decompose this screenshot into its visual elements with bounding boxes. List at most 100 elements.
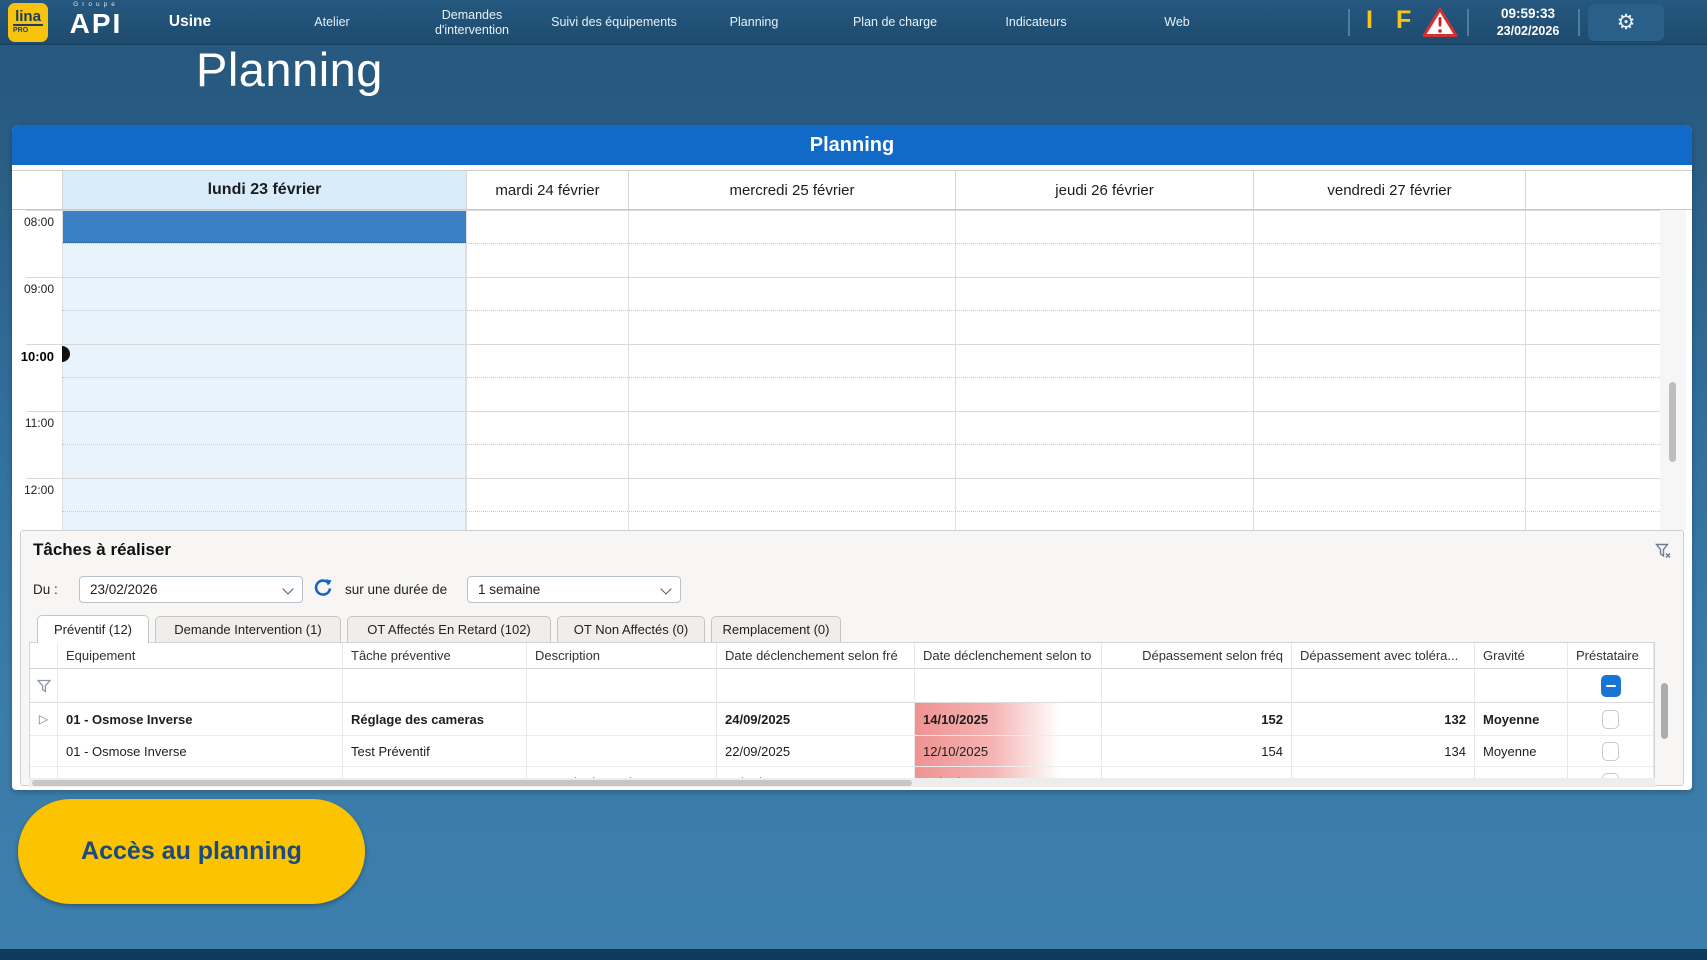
hour-label: 09:00	[12, 282, 54, 296]
tab-demande-intervention[interactable]: Demande Intervention (1)	[155, 616, 341, 642]
topbar-separator	[1348, 9, 1350, 36]
from-date-select[interactable]: 23/02/2026	[79, 576, 303, 603]
tasks-title: Tâches à réaliser	[33, 540, 171, 560]
bottom-bar	[0, 949, 1707, 960]
half-hour-line	[62, 377, 1660, 378]
cell-tache: Réglage des cameras	[343, 703, 527, 736]
hour-line	[26, 411, 1660, 412]
clear-filter-icon[interactable]	[1655, 543, 1671, 564]
indicator-f[interactable]: F	[1396, 6, 1411, 35]
filter-cell[interactable]	[1475, 669, 1568, 703]
hour-line	[26, 210, 1660, 211]
filter-cell[interactable]	[915, 669, 1102, 703]
tab-remplacement[interactable]: Remplacement (0)	[711, 616, 841, 642]
row-expander: ▷	[30, 703, 58, 736]
tab-ot-affectes-retard[interactable]: OT Affectés En Retard (102)	[347, 616, 551, 642]
logo-lina-text: lina	[13, 9, 43, 26]
tab-ot-non-affectes[interactable]: OT Non Affectés (0)	[557, 616, 705, 642]
filter-cell-prestataire	[1568, 669, 1654, 703]
cell-date-freq: 22/09/2025	[717, 736, 915, 767]
calendar-grid[interactable]: 08:00 09:00 10:00 11:00 12:00	[12, 210, 1692, 530]
column-header-prestataire[interactable]: Préstataire	[1568, 643, 1654, 669]
table-row[interactable]: 01 - Osmose Inverse Test Préventif 22/09…	[30, 736, 1654, 767]
table-horizontal-scrollbar	[29, 778, 1655, 787]
clock-date: 23/02/2026	[1473, 23, 1583, 40]
day-header-jeudi[interactable]: jeudi 26 février	[955, 171, 1253, 209]
hour-line	[26, 344, 1660, 345]
cell-tache: Test Préventif	[343, 736, 527, 767]
nav-item-indicateurs[interactable]: Indicateurs	[1005, 0, 1066, 45]
prestataire-checkbox[interactable]	[1602, 742, 1619, 761]
warning-triangle-icon[interactable]	[1422, 7, 1458, 43]
table-header-row: Equipement Tâche préventive Description …	[30, 643, 1654, 669]
nav-item-web[interactable]: Web	[1164, 0, 1189, 45]
groupe-api-logo: Groupe API	[56, 2, 136, 38]
column-header-expander[interactable]	[30, 643, 58, 669]
expand-arrow-icon[interactable]: ▷	[39, 712, 48, 726]
grid-column-line	[628, 210, 629, 530]
prestataire-checkbox[interactable]	[1602, 710, 1619, 729]
filter-cell[interactable]	[717, 669, 915, 703]
from-label: Du :	[33, 582, 58, 597]
nav-item-demandes-intervention[interactable]: Demandes d'intervention	[412, 0, 532, 45]
refresh-icon[interactable]	[313, 578, 333, 603]
indicator-i[interactable]: I	[1366, 6, 1373, 35]
cell-description	[527, 703, 717, 736]
settings-button[interactable]: ⚙	[1588, 4, 1664, 41]
column-header-equipement[interactable]: Equipement	[58, 643, 343, 669]
nav-item-atelier[interactable]: Atelier	[314, 0, 349, 45]
day-header-lundi[interactable]: lundi 23 février	[62, 171, 466, 209]
clock: 09:59:33 23/02/2026	[1473, 5, 1583, 40]
nav-item-usine[interactable]: Usine	[169, 0, 211, 45]
cell-gravite: Moyenne	[1475, 703, 1568, 736]
column-header-date-tol[interactable]: Date déclenchement selon to	[915, 643, 1102, 669]
filter-cell[interactable]	[343, 669, 527, 703]
duration-label: sur une durée de	[345, 582, 447, 597]
grid-column-line	[1525, 210, 1526, 530]
filter-cell[interactable]	[527, 669, 717, 703]
filter-cell[interactable]	[58, 669, 343, 703]
from-date-value: 23/02/2026	[90, 582, 158, 597]
calendar-scrollbar-thumb[interactable]	[1669, 382, 1676, 462]
filter-cell[interactable]	[1102, 669, 1292, 703]
acces-planning-button[interactable]: Accès au planning	[18, 799, 365, 904]
prestataire-filter-checkbox[interactable]	[1601, 675, 1621, 697]
table-hscrollbar-thumb[interactable]	[32, 780, 912, 786]
cell-dep-tol: 132	[1292, 703, 1475, 736]
selected-timeslot[interactable]	[62, 210, 467, 243]
column-header-tache[interactable]: Tâche préventive	[343, 643, 527, 669]
cell-dep-tol: 134	[1292, 736, 1475, 767]
chevron-down-icon	[282, 583, 293, 594]
chevron-down-icon	[660, 583, 671, 594]
topbar-separator	[1467, 9, 1469, 36]
nav-item-planning[interactable]: Planning	[730, 0, 779, 45]
column-header-dep-freq[interactable]: Dépassement selon fréq	[1102, 643, 1292, 669]
cell-prestataire	[1568, 736, 1654, 767]
cell-equipement: 01 - Osmose Inverse	[58, 736, 343, 767]
day-header-mercredi[interactable]: mercredi 25 février	[628, 171, 955, 209]
row-expander	[30, 736, 58, 767]
column-header-gravite[interactable]: Gravité	[1475, 643, 1568, 669]
column-header-description[interactable]: Description	[527, 643, 717, 669]
cell-dep-freq: 152	[1102, 703, 1292, 736]
tasks-section: Tâches à réaliser Du : 23/02/2026 sur un…	[20, 530, 1684, 786]
cell-description	[527, 736, 717, 767]
top-navigation-bar: lina PRO Groupe API Usine Atelier Demand…	[0, 0, 1707, 45]
nav-item-suivi-equipements[interactable]: Suivi des équipements	[551, 0, 677, 45]
day-header-vendredi[interactable]: vendredi 27 février	[1253, 171, 1525, 209]
column-header-date-freq[interactable]: Date déclenchement selon fré	[717, 643, 915, 669]
half-hour-line	[62, 243, 1660, 244]
cell-date-tol: 12/10/2025	[915, 736, 1102, 767]
table-row[interactable]: ▷ 01 - Osmose Inverse Réglage des camera…	[30, 703, 1654, 736]
filter-cell[interactable]	[1292, 669, 1475, 703]
table-vscrollbar-thumb[interactable]	[1661, 683, 1668, 739]
duration-select[interactable]: 1 semaine	[467, 576, 681, 603]
column-header-dep-tol[interactable]: Dépassement avec toléra...	[1292, 643, 1475, 669]
day-header-mardi[interactable]: mardi 24 février	[466, 171, 628, 209]
nav-item-plan-de-charge[interactable]: Plan de charge	[853, 0, 937, 45]
hour-line	[26, 478, 1660, 479]
cell-dep-freq: 154	[1102, 736, 1292, 767]
time-gutter-header	[12, 171, 62, 209]
tab-preventif[interactable]: Préventif (12)	[37, 615, 149, 643]
filter-funnel-icon[interactable]	[30, 669, 58, 703]
